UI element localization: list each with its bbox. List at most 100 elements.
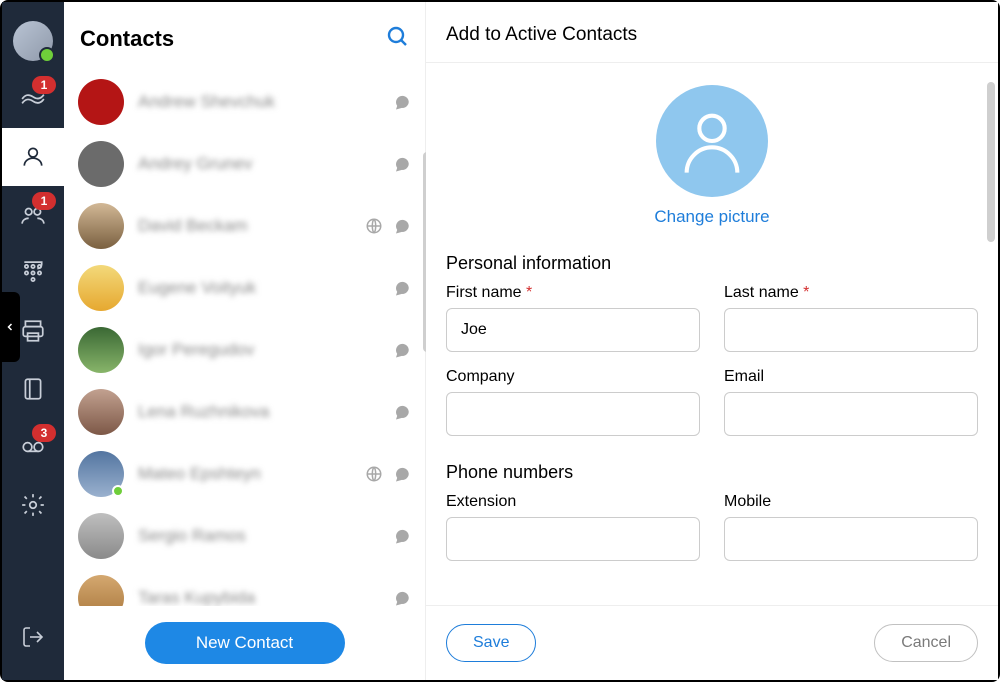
contact-avatar (78, 79, 124, 125)
contact-name: Mateo Epshteyn (138, 464, 365, 484)
contact-row[interactable]: Igor Peregudov (64, 319, 425, 381)
input-company[interactable] (446, 392, 700, 436)
contact-name: Igor Peregudov (138, 340, 393, 360)
sidebar-hands[interactable]: 1 (2, 70, 64, 128)
sidebar-book[interactable] (2, 360, 64, 418)
contact-row[interactable]: Mateo Epshteyn (64, 443, 425, 505)
contact-row-actions (393, 403, 411, 421)
field-email: Email (724, 368, 978, 436)
field-first-name: First name * (446, 284, 700, 352)
badge: 1 (32, 192, 56, 210)
chat-icon[interactable] (393, 279, 411, 297)
contacts-panel: Contacts Andrew Shevchuk Andrey Grunev Dav… (64, 2, 426, 680)
chat-icon[interactable] (393, 217, 411, 235)
contact-avatar (78, 203, 124, 249)
detail-title: Add to Active Contacts (426, 2, 998, 63)
contact-row[interactable]: Lena Ruzhnikova (64, 381, 425, 443)
search-icon (385, 24, 409, 48)
chat-icon[interactable] (393, 589, 411, 606)
change-picture-link[interactable]: Change picture (654, 207, 769, 226)
detail-body: Change picture Personal information Firs… (426, 63, 998, 605)
book-icon (20, 376, 46, 402)
contact-list: Andrew Shevchuk Andrey Grunev David Beckam… (64, 71, 425, 606)
chat-icon[interactable] (393, 527, 411, 545)
contact-name: Sergio Ramos (138, 526, 393, 546)
chat-icon[interactable] (393, 93, 411, 111)
contact-name: Taras Kupybida (138, 588, 393, 606)
sidebar-contact[interactable] (2, 128, 64, 186)
contact-picture-placeholder[interactable] (656, 85, 768, 197)
contact-row-actions (393, 279, 411, 297)
search-button[interactable] (385, 24, 409, 53)
section-phone-title: Phone numbers (446, 462, 978, 483)
sidebar-settings[interactable] (2, 476, 64, 534)
contact-avatar (78, 389, 124, 435)
field-company: Company (446, 368, 700, 436)
contact-avatar (78, 575, 124, 606)
contact-row-actions (365, 217, 411, 235)
detail-footer: Save Cancel (426, 605, 998, 680)
sidebar-group[interactable]: 1 (2, 186, 64, 244)
contact-row[interactable]: Andrey Grunev (64, 133, 425, 195)
contact-name: David Beckam (138, 216, 365, 236)
printer-icon (20, 318, 46, 344)
logout-button[interactable] (2, 608, 64, 666)
globe-icon[interactable] (365, 217, 383, 235)
logout-icon (21, 625, 45, 649)
chat-icon[interactable] (393, 341, 411, 359)
contact-name: Andrew Shevchuk (138, 92, 393, 112)
globe-icon[interactable] (365, 465, 383, 483)
contact-row-actions (393, 589, 411, 606)
chevron-left-icon (4, 321, 16, 333)
input-first-name[interactable] (446, 308, 700, 352)
section-personal-title: Personal information (446, 253, 978, 274)
new-contact-button[interactable]: New Contact (145, 622, 345, 664)
contact-avatar (78, 327, 124, 373)
contact-row[interactable]: Andrew Shevchuk (64, 71, 425, 133)
person-silhouette-icon (674, 103, 750, 179)
contact-row-actions (393, 93, 411, 111)
contact-row[interactable]: Eugene Voityuk (64, 257, 425, 319)
contact-name: Eugene Voityuk (138, 278, 393, 298)
contact-row[interactable]: Taras Kupybida (64, 567, 425, 606)
input-email[interactable] (724, 392, 978, 436)
contact-avatar (78, 265, 124, 311)
contact-name: Lena Ruzhnikova (138, 402, 393, 422)
chat-icon[interactable] (393, 403, 411, 421)
profile-avatar-icon (13, 21, 53, 61)
contact-name: Andrey Grunev (138, 154, 393, 174)
contact-row-actions (393, 527, 411, 545)
contact-avatar (78, 513, 124, 559)
scrollbar-thumb[interactable] (987, 82, 995, 242)
contact-avatar (78, 141, 124, 187)
contact-row-actions (393, 155, 411, 173)
cancel-button[interactable]: Cancel (874, 624, 978, 662)
label-email: Email (724, 368, 978, 386)
contact-icon (20, 144, 46, 170)
input-last-name[interactable] (724, 308, 978, 352)
label-mobile: Mobile (724, 493, 978, 511)
input-mobile[interactable] (724, 517, 978, 561)
field-extension: Extension (446, 493, 700, 561)
chat-icon[interactable] (393, 465, 411, 483)
contact-row[interactable]: David Beckam (64, 195, 425, 257)
collapse-panel-tab[interactable] (0, 292, 20, 362)
input-extension[interactable] (446, 517, 700, 561)
field-mobile: Mobile (724, 493, 978, 561)
dialpad-icon (20, 260, 46, 286)
save-button[interactable]: Save (446, 624, 536, 662)
new-contact-bar: New Contact (64, 606, 425, 680)
badge: 3 (32, 424, 56, 442)
contacts-header: Contacts (64, 2, 425, 71)
settings-icon (20, 492, 46, 518)
label-first-name: First name * (446, 284, 700, 302)
label-company: Company (446, 368, 700, 386)
sidebar-voicemail[interactable]: 3 (2, 418, 64, 476)
me-avatar[interactable] (2, 12, 64, 70)
contact-row[interactable]: Sergio Ramos (64, 505, 425, 567)
contact-row-actions (393, 341, 411, 359)
field-last-name: Last name * (724, 284, 978, 352)
contacts-title: Contacts (80, 26, 174, 52)
chat-icon[interactable] (393, 155, 411, 173)
presence-indicator (112, 485, 124, 497)
